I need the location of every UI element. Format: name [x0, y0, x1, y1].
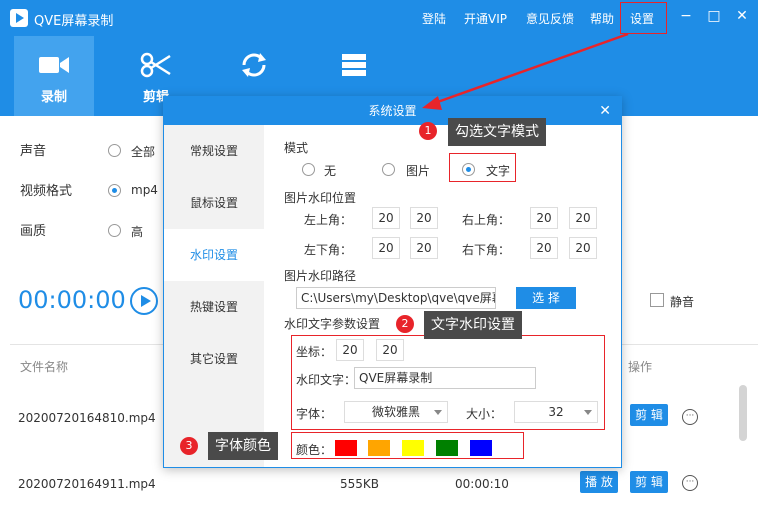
tab-record[interactable]: 录制	[14, 36, 94, 116]
mode-title: 模式	[284, 141, 309, 155]
audio-radio[interactable]	[108, 144, 121, 157]
img-pos-title: 图片水印位置	[284, 191, 357, 205]
minimize-icon[interactable]: −	[678, 8, 694, 24]
bl-y-input[interactable]: 20	[410, 237, 438, 259]
tr-y-input[interactable]: 20	[569, 207, 597, 229]
quality-option-label: 高	[131, 225, 144, 239]
feedback-link[interactable]: 意见反馈	[526, 10, 574, 27]
record-timer: 00:00:00	[18, 286, 126, 314]
col-action: 操作	[628, 360, 653, 374]
sidebar-item-mouse[interactable]: 鼠标设置	[164, 177, 264, 229]
bottom-left-label: 左下角：	[304, 243, 353, 257]
dialog-close-icon[interactable]: ✕	[599, 97, 611, 125]
quality-label: 画质	[20, 224, 47, 239]
br-y-input[interactable]: 20	[569, 237, 597, 259]
annotation-badge-2: 2	[396, 315, 414, 333]
annotation-badge-3: 3	[180, 437, 198, 455]
more-icon[interactable]: ···	[682, 475, 698, 491]
color-highlight-box	[291, 432, 524, 459]
text-mode-highlight-box	[449, 153, 516, 182]
annotation-badge-1: 1	[419, 122, 437, 140]
bottom-right-label: 右下角：	[462, 243, 511, 257]
mute-checkbox[interactable]	[650, 293, 664, 307]
bl-x-input[interactable]: 20	[372, 237, 400, 259]
top-right-label: 右上角：	[462, 213, 511, 227]
sidebar-item-hotkey[interactable]: 热键设置	[164, 281, 264, 333]
br-x-input[interactable]: 20	[530, 237, 558, 259]
dialog-header: 系统设置 ✕	[164, 97, 621, 125]
login-link[interactable]: 登陆	[422, 10, 446, 27]
list-scrollbar[interactable]	[739, 385, 747, 441]
audio-option-label: 全部	[131, 145, 156, 159]
mode-image-label: 图片	[406, 164, 431, 178]
quality-radio[interactable]	[108, 224, 121, 237]
sidebar-item-other[interactable]: 其它设置	[164, 333, 264, 385]
audio-label: 声音	[20, 144, 47, 159]
col-filename: 文件名称	[20, 360, 69, 374]
more-icon[interactable]: ···	[682, 409, 698, 425]
mute-label: 静音	[670, 295, 695, 309]
settings-sidebar: 常规设置 鼠标设置 水印设置 热键设置 其它设置	[164, 125, 264, 467]
img-path-input[interactable]: C:\Users\my\Desktop\qve\qve屏幕	[296, 287, 496, 309]
file-name-1: 20200720164810.mp4	[18, 411, 156, 425]
format-label: 视频格式	[20, 184, 73, 199]
annotation-tip-1: 勾选文字模式	[448, 118, 546, 146]
settings-highlight-box	[620, 2, 667, 34]
text-params-title: 水印文字参数设置	[284, 317, 381, 331]
choose-button[interactable]: 选 择	[516, 287, 576, 309]
edit-button-2[interactable]: 剪 辑	[630, 471, 668, 493]
list-icon	[342, 54, 366, 76]
app-logo-icon	[10, 9, 28, 27]
vip-link[interactable]: 开通VIP	[464, 10, 507, 27]
format-radio[interactable]	[108, 184, 121, 197]
sidebar-item-watermark[interactable]: 水印设置	[164, 229, 264, 281]
close-icon[interactable]: ✕	[734, 8, 750, 24]
play-icon[interactable]	[130, 287, 158, 315]
annotation-tip-2: 文字水印设置	[424, 311, 522, 339]
img-path-title: 图片水印路径	[284, 269, 357, 283]
text-params-highlight-box	[291, 335, 605, 430]
help-link[interactable]: 帮助	[590, 10, 614, 27]
file-duration-2: 00:00:10	[455, 477, 509, 491]
file-size-2: 555KB	[340, 477, 380, 491]
annotation-tip-3: 字体颜色	[208, 432, 278, 460]
tab-record-label: 录制	[40, 90, 67, 105]
maximize-icon[interactable]: □	[706, 8, 722, 24]
tl-y-input[interactable]: 20	[410, 207, 438, 229]
mode-image-radio[interactable]	[382, 163, 395, 176]
tl-x-input[interactable]: 20	[372, 207, 400, 229]
app-title: QVE屏幕录制	[34, 14, 114, 29]
sidebar-item-general[interactable]: 常规设置	[164, 125, 264, 177]
file-name-2: 20200720164911.mp4	[18, 477, 156, 491]
top-left-label: 左上角：	[304, 213, 353, 227]
dialog-title: 系统设置	[368, 104, 417, 118]
video-camera-icon	[39, 57, 69, 73]
tr-x-input[interactable]: 20	[530, 207, 558, 229]
scissors-icon	[140, 52, 171, 78]
format-option-label: mp4	[131, 183, 158, 197]
refresh-icon	[242, 53, 266, 77]
mode-none-label: 无	[324, 164, 337, 178]
play-button-2[interactable]: 播 放	[580, 471, 618, 493]
edit-button-1[interactable]: 剪 辑	[630, 404, 668, 426]
mode-none-radio[interactable]	[302, 163, 315, 176]
